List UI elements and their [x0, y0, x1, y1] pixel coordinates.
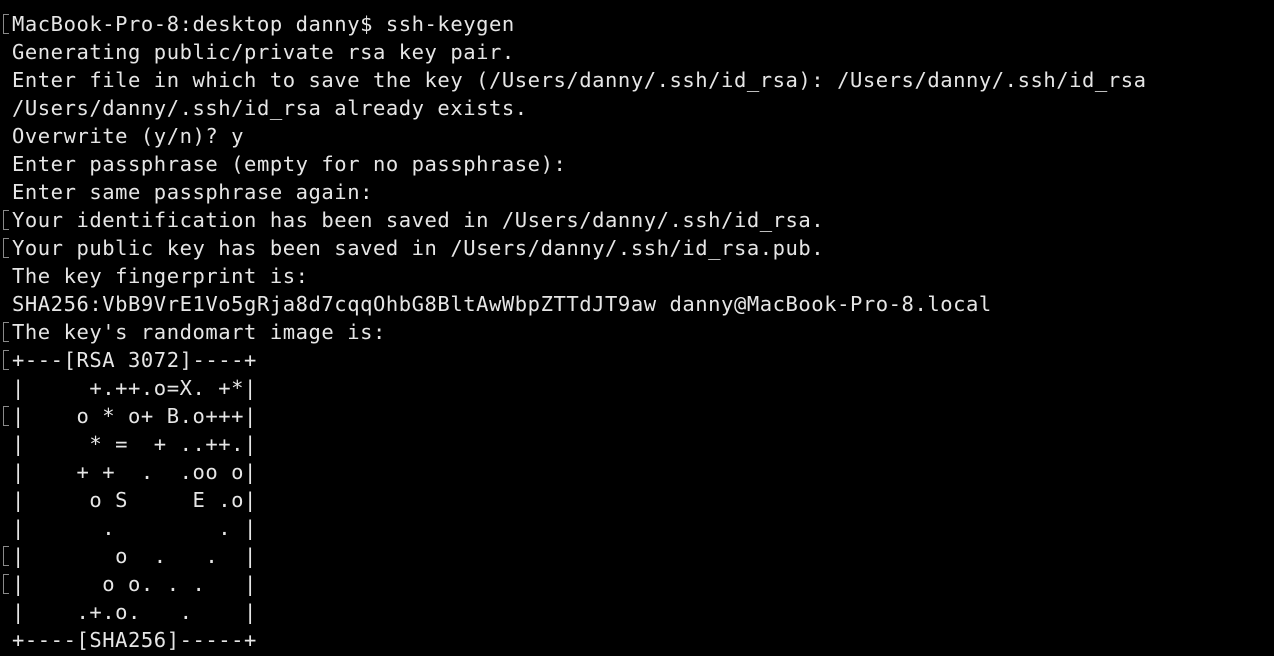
terminal-line-text: SHA256:VbB9VrE1Vo5gRja8d7cqqOhbG8BltAwWb… — [12, 292, 992, 316]
line-mark-bracket — [3, 350, 9, 370]
terminal-line: Your public key has been saved in /Users… — [0, 234, 1274, 262]
line-mark-bracket — [3, 322, 9, 342]
terminal-line: | o o. . . | — [0, 570, 1274, 598]
line-mark-bracket — [3, 14, 9, 34]
terminal-line-text: | + + . .oo o| — [12, 460, 257, 484]
terminal-line: +----[SHA256]-----+ — [0, 626, 1274, 654]
terminal-line: The key fingerprint is: — [0, 262, 1274, 290]
terminal-line-text: Generating public/private rsa key pair. — [12, 40, 515, 64]
terminal-line: The key's randomart image is: — [0, 318, 1274, 346]
terminal-output: MacBook-Pro-8:desktop danny$ ssh-keygen G… — [0, 10, 1274, 654]
terminal-line: Enter same passphrase again: — [0, 178, 1274, 206]
terminal-line-text: +---[RSA 3072]----+ — [12, 348, 257, 372]
terminal-line-text: | * = + ..++.| — [12, 432, 257, 456]
terminal-line: /Users/danny/.ssh/id_rsa already exists. — [0, 94, 1274, 122]
terminal-line: Enter passphrase (empty for no passphras… — [0, 150, 1274, 178]
terminal-line: | * = + ..++.| — [0, 430, 1274, 458]
terminal-line: | +.++.o=X. +*| — [0, 374, 1274, 402]
terminal-line: SHA256:VbB9VrE1Vo5gRja8d7cqqOhbG8BltAwWb… — [0, 290, 1274, 318]
terminal-line-text: Your public key has been saved in /Users… — [12, 236, 825, 260]
terminal-line: Enter file in which to save the key (/Us… — [0, 66, 1274, 94]
terminal-line: Your identification has been saved in /U… — [0, 206, 1274, 234]
terminal-line-text: Enter same passphrase again: — [12, 180, 373, 204]
terminal-line-text: | o . . | — [12, 544, 257, 568]
terminal-line-text: | . . | — [12, 516, 257, 540]
terminal-line: Overwrite (y/n)? y — [0, 122, 1274, 150]
terminal-line-text: Overwrite (y/n)? y — [12, 124, 245, 148]
line-mark-bracket — [3, 210, 9, 230]
terminal-line: | o . . | — [0, 542, 1274, 570]
terminal-window[interactable]: MacBook-Pro-8:desktop danny$ ssh-keygen G… — [0, 0, 1274, 656]
line-mark-bracket — [3, 406, 9, 426]
terminal-line-text: Enter passphrase (empty for no passphras… — [12, 152, 567, 176]
line-mark-bracket — [3, 574, 9, 594]
terminal-line-text: Enter file in which to save the key (/Us… — [12, 68, 1147, 92]
terminal-line-text: +----[SHA256]-----+ — [12, 628, 257, 652]
terminal-line: | .+.o. . | — [0, 598, 1274, 626]
terminal-line-text: The key's randomart image is: — [12, 320, 386, 344]
terminal-line: +---[RSA 3072]----+ — [0, 346, 1274, 374]
terminal-line-text: MacBook-Pro-8:desktop danny$ ssh-keygen — [12, 12, 515, 36]
terminal-line-text: Your identification has been saved in /U… — [12, 208, 825, 232]
terminal-line: | + + . .oo o| — [0, 458, 1274, 486]
terminal-line-text: The key fingerprint is: — [12, 264, 309, 288]
terminal-line: MacBook-Pro-8:desktop danny$ ssh-keygen — [0, 10, 1274, 38]
line-mark-bracket — [3, 238, 9, 258]
terminal-line-text: /Users/danny/.ssh/id_rsa already exists. — [12, 96, 528, 120]
terminal-line: Generating public/private rsa key pair. — [0, 38, 1274, 66]
terminal-line: | o * o+ B.o+++| — [0, 402, 1274, 430]
terminal-line: | . . | — [0, 514, 1274, 542]
terminal-line-text: | o S E .o| — [12, 488, 257, 512]
terminal-line-text: | .+.o. . | — [12, 600, 257, 624]
terminal-line-text: | +.++.o=X. +*| — [12, 376, 257, 400]
terminal-line: | o S E .o| — [0, 486, 1274, 514]
line-mark-bracket — [3, 546, 9, 566]
terminal-line-text: | o o. . . | — [12, 572, 257, 596]
terminal-line-text: | o * o+ B.o+++| — [12, 404, 257, 428]
